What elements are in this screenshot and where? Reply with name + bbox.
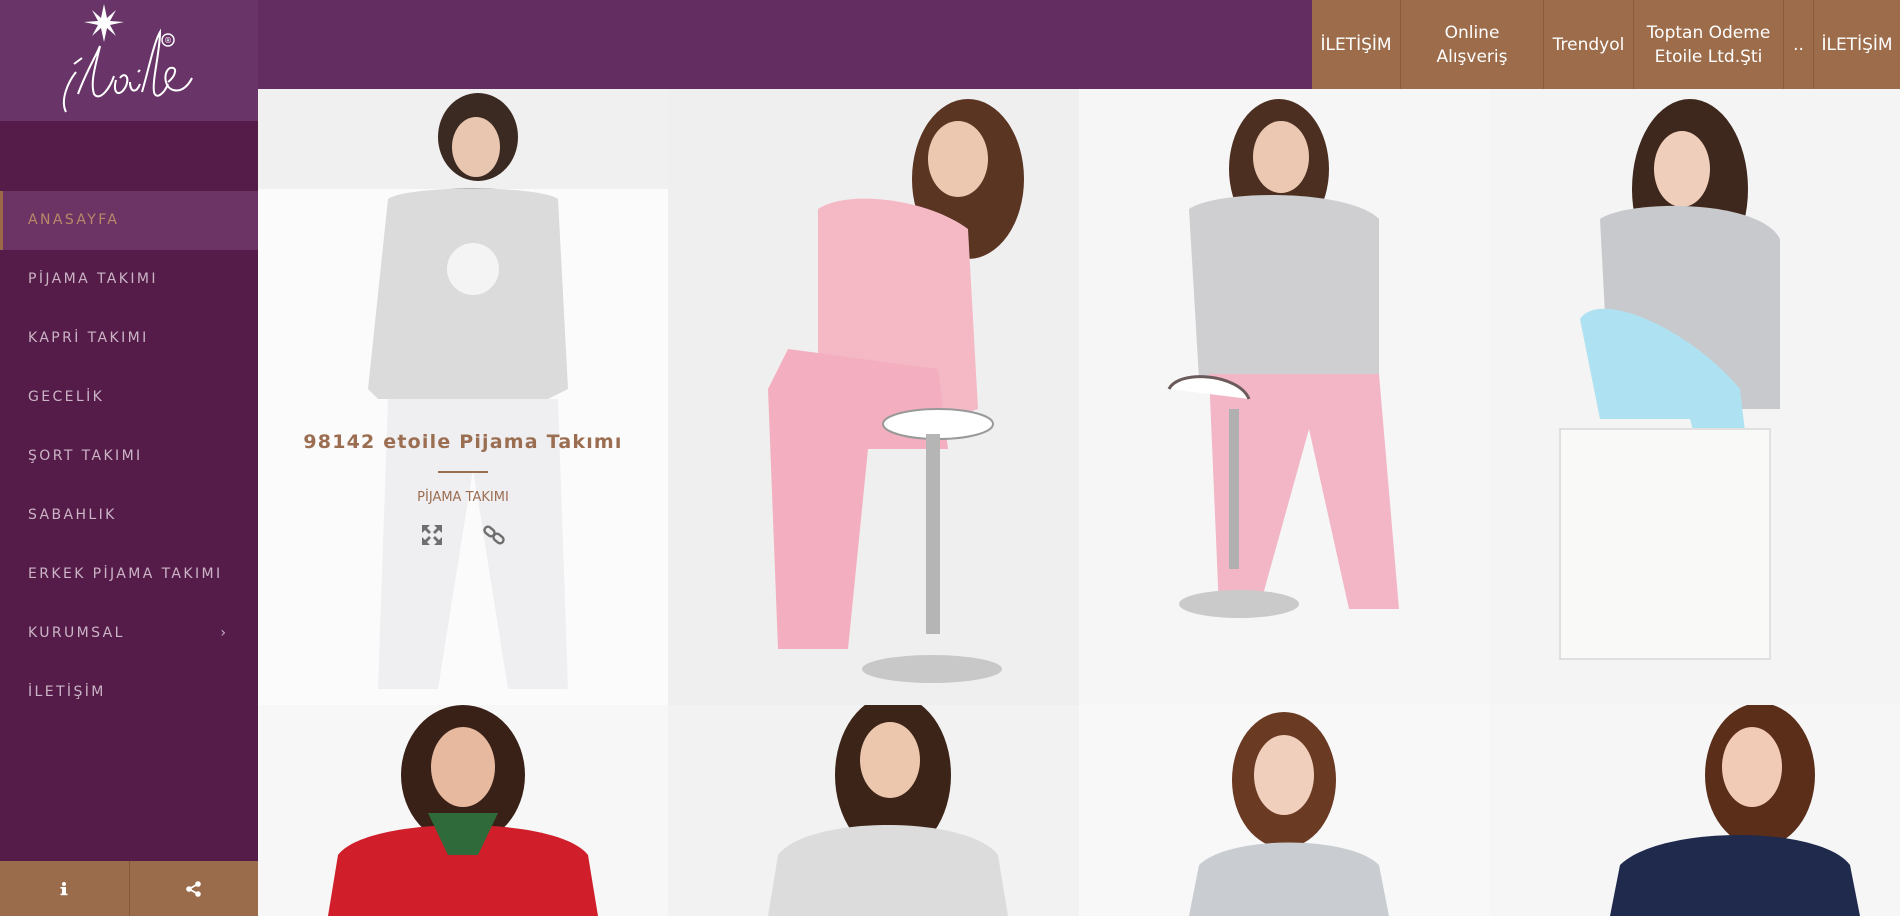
sidebar-item-label: ŞORT TAKIMI xyxy=(28,448,143,464)
product-actions xyxy=(258,523,668,547)
product-image xyxy=(668,705,1079,916)
sidebar-menu: ANASAYFA PİJAMA TAKIMI KAPRİ TAKIMI GECE… xyxy=(0,191,258,722)
product-image xyxy=(258,705,668,916)
etoile-logo[interactable]: ® xyxy=(56,2,196,118)
top-nav-trendyol[interactable]: Trendyol xyxy=(1543,0,1633,89)
top-nav: İLETİŞİM Online Alışveriş Trendyol Topta… xyxy=(1312,0,1900,89)
top-nav-online-alisveris[interactable]: Online Alışveriş xyxy=(1400,0,1543,89)
product-image xyxy=(1490,705,1900,916)
info-icon xyxy=(60,881,68,895)
chevron-right-icon: › xyxy=(220,625,226,641)
sidebar-item-label: GECELİK xyxy=(28,389,105,405)
sidebar-item-label: KURUMSAL xyxy=(28,625,125,641)
sidebar-item-sabahlik[interactable]: SABAHLIK xyxy=(0,486,258,545)
top-nav-toptan-odeme[interactable]: Toptan Odeme Etoile Ltd.Şti xyxy=(1633,0,1783,89)
product-tile[interactable] xyxy=(1079,89,1490,705)
sidebar-item-iletisim[interactable]: İLETİŞİM xyxy=(0,663,258,722)
logo-area: ® xyxy=(0,0,258,121)
registered-mark: ® xyxy=(164,36,172,45)
sidebar-item-anasayfa[interactable]: ANASAYFA xyxy=(0,191,258,250)
product-category[interactable]: PİJAMA TAKIMI xyxy=(258,490,668,505)
sidebar-item-label: SABAHLIK xyxy=(28,507,117,523)
sidebar-item-pijama-takimi[interactable]: PİJAMA TAKIMI xyxy=(0,250,258,309)
link-icon[interactable] xyxy=(482,523,506,547)
sidebar-item-label: PİJAMA TAKIMI xyxy=(28,271,158,287)
sidebar-item-kurumsal[interactable]: KURUMSAL › xyxy=(0,604,258,663)
sidebar-footer xyxy=(0,861,258,916)
sidebar-item-label: ANASAYFA xyxy=(28,212,120,228)
product-image xyxy=(668,89,1079,705)
product-image xyxy=(1079,705,1490,916)
info-button[interactable] xyxy=(0,861,129,916)
sidebar-item-label: İLETİŞİM xyxy=(28,684,106,700)
sidebar-item-label: KAPRİ TAKIMI xyxy=(28,330,149,346)
product-title[interactable]: 98142 etoile Pijama Takımı xyxy=(258,431,668,453)
product-tile[interactable] xyxy=(258,705,668,916)
title-divider xyxy=(438,471,488,473)
product-tile[interactable] xyxy=(1490,705,1900,916)
sidebar-item-kapri-takimi[interactable]: KAPRİ TAKIMI xyxy=(0,309,258,368)
product-tile[interactable] xyxy=(1490,89,1900,705)
share-icon xyxy=(185,880,201,897)
share-button[interactable] xyxy=(128,861,258,916)
product-tile[interactable] xyxy=(668,705,1079,916)
expand-icon[interactable] xyxy=(420,523,444,547)
product-grid: 98142 etoile Pijama Takımı PİJAMA TAKIMI xyxy=(258,89,1900,916)
sidebar-item-label: ERKEK PİJAMA TAKIMI xyxy=(28,566,223,582)
product-tile[interactable] xyxy=(1079,705,1490,916)
top-bar: İLETİŞİM Online Alışveriş Trendyol Topta… xyxy=(258,0,1900,89)
top-nav-iletisim[interactable]: İLETİŞİM xyxy=(1312,0,1400,89)
product-image xyxy=(1079,89,1490,705)
sidebar-item-erkek-pijama-takimi[interactable]: ERKEK PİJAMA TAKIMI xyxy=(0,545,258,604)
product-image xyxy=(1490,89,1900,705)
sidebar: ® ANASAYFA PİJAMA TAKIMI KAPRİ TAKIMI GE… xyxy=(0,0,258,916)
product-tile[interactable] xyxy=(668,89,1079,705)
product-overlay-content: 98142 etoile Pijama Takımı PİJAMA TAKIMI xyxy=(258,431,668,547)
product-tile-98142[interactable]: 98142 etoile Pijama Takımı PİJAMA TAKIMI xyxy=(258,89,668,705)
top-nav-more[interactable]: .. xyxy=(1783,0,1813,89)
top-nav-iletisim-2[interactable]: İLETİŞİM xyxy=(1813,0,1900,89)
sidebar-item-sort-takimi[interactable]: ŞORT TAKIMI xyxy=(0,427,258,486)
sidebar-item-gecelik[interactable]: GECELİK xyxy=(0,368,258,427)
